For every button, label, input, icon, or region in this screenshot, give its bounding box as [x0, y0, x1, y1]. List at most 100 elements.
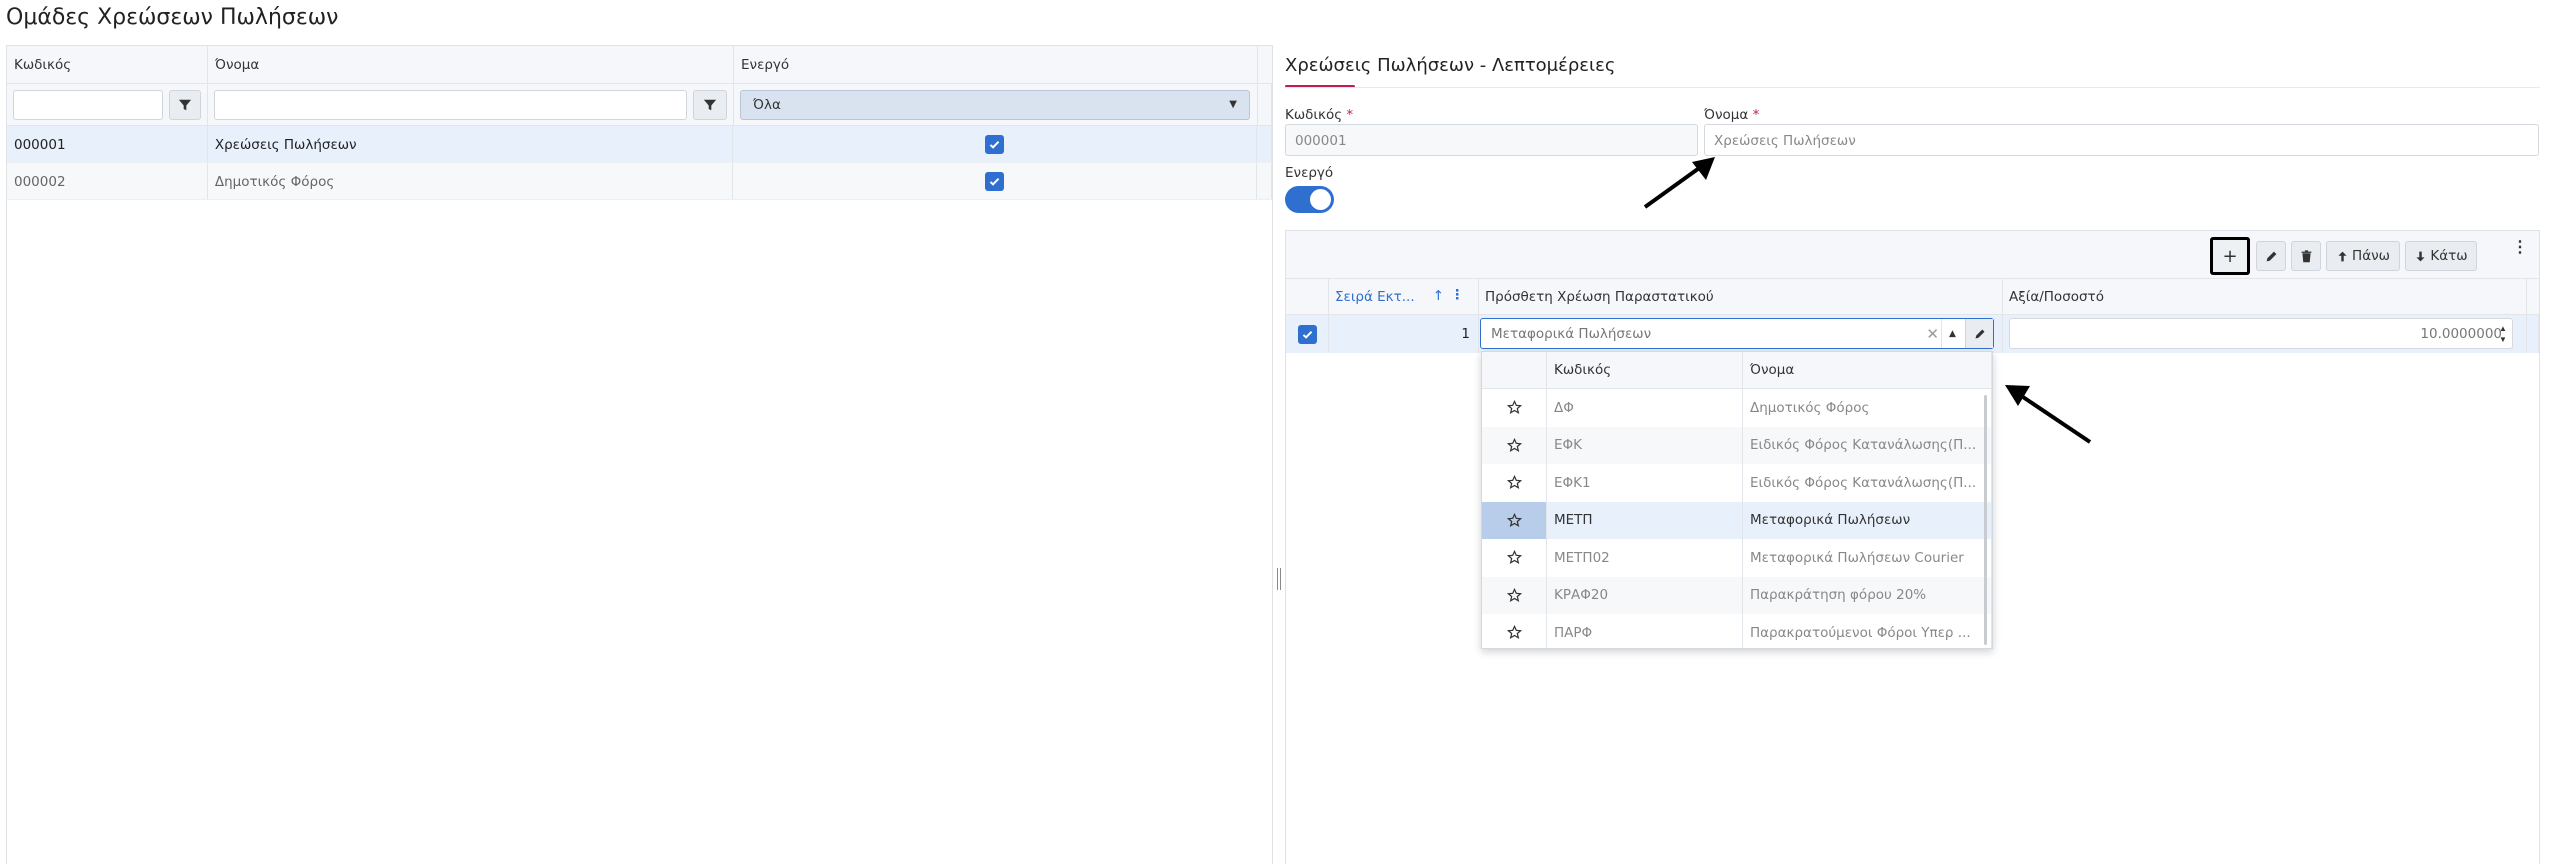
option-code: ΔΦ	[1547, 389, 1743, 427]
dropdown-option[interactable]: ΕΦΚ1 Ειδικός Φόρος Κατανάλωσης(Π...	[1482, 464, 1992, 502]
row-order: 1	[1329, 315, 1479, 353]
move-up-button[interactable]: Πάνω	[2326, 241, 2400, 271]
annotation-arrow	[1643, 157, 1715, 209]
favorite-cell	[1482, 614, 1547, 648]
favorite-cell	[1482, 539, 1547, 577]
filter-name-input[interactable]	[214, 89, 688, 120]
sort-asc-icon[interactable]: ↑	[1433, 288, 1444, 304]
active-checkbox[interactable]	[985, 134, 1005, 154]
caret-up-icon[interactable]: ▲	[1941, 319, 1963, 348]
star-icon[interactable]	[1506, 550, 1522, 565]
dropdown-header: Κωδικός Όνομα	[1482, 352, 1992, 389]
column-header-charge[interactable]: Πρόσθετη Χρέωση Παραστατικού	[1479, 279, 2003, 314]
star-icon[interactable]	[1506, 437, 1522, 453]
check-icon	[989, 177, 1000, 186]
star-icon[interactable]	[1506, 512, 1522, 528]
table-row[interactable]: 000001 Χρεώσεις Πωλήσεων	[7, 126, 1272, 163]
option-name: Δημοτικός Φόρος	[1743, 389, 1992, 427]
active-checkbox[interactable]	[985, 171, 1005, 191]
more-options-icon[interactable]: ⋮	[2512, 240, 2528, 256]
charge-combo-input[interactable]: Μεταφορικά Πωλήσεων ✕ ▲	[1480, 318, 1994, 349]
trash-icon	[2301, 249, 2311, 262]
pencil-icon	[1975, 329, 1984, 338]
star-icon[interactable]	[1506, 587, 1522, 603]
filter-name-button[interactable]	[693, 89, 727, 120]
move-down-button[interactable]: Κάτω	[2405, 241, 2477, 271]
row-code: 000002	[7, 163, 208, 199]
star-icon[interactable]	[1506, 625, 1522, 640]
combo-edit-button[interactable]	[1965, 319, 1993, 348]
detail-title: Χρεώσεις Πωλήσεων - Λεπτομέρειες	[1285, 55, 1616, 76]
order-header-label: Σειρά Εκτ...	[1335, 289, 1415, 305]
column-header-order[interactable]: Σειρά Εκτ... ↑ ⋮	[1329, 279, 1479, 314]
option-code: ΜΕΤΠ02	[1547, 539, 1743, 577]
name-field[interactable]: Χρεώσεις Πωλήσεων	[1704, 124, 2539, 156]
edit-row-button[interactable]	[2256, 241, 2286, 271]
code-label: Κωδικός *	[1285, 107, 1353, 123]
filter-cell-spacer	[1258, 84, 1272, 125]
row-select-cell	[1286, 315, 1329, 353]
subgrid-toolbar: + Πάνω Κάτω ⋮	[1286, 231, 2539, 279]
arrow-down-icon	[2416, 251, 2425, 261]
dropdown-column-code[interactable]: Κωδικός	[1547, 352, 1743, 388]
required-mark: *	[1346, 107, 1354, 123]
row-spacer	[1257, 126, 1272, 162]
favorite-cell	[1482, 576, 1547, 614]
dropdown-option[interactable]: ΜΕΤΠ02 Μεταφορικά Πωλήσεων Courier	[1482, 539, 1992, 577]
name-label-text: Όνομα	[1704, 107, 1749, 123]
option-name: Παρακρατούμενοι Φόροι Υπερ ...	[1743, 614, 1992, 648]
dropdown-column-name[interactable]: Όνομα	[1743, 352, 1992, 388]
table-row[interactable]: 000002 Δημοτικός Φόρος	[7, 163, 1272, 200]
panel-splitter[interactable]	[1277, 568, 1281, 590]
column-header-active[interactable]: Ενεργό	[734, 46, 1258, 83]
active-toggle[interactable]	[1285, 186, 1334, 213]
value-input[interactable]: 10.0000000	[2009, 318, 2513, 349]
favorite-column-header	[1482, 352, 1547, 388]
add-row-button[interactable]: +	[2210, 237, 2250, 275]
value-spinner[interactable]: ▲ ▼	[2493, 318, 2513, 349]
pencil-icon	[2266, 251, 2276, 261]
column-header-name[interactable]: Όνομα	[208, 46, 734, 83]
star-icon[interactable]	[1506, 400, 1522, 415]
dropdown-option[interactable]: ΠΑΡΦ Παρακρατούμενοι Φόροι Υπερ ...	[1482, 614, 1992, 648]
code-field[interactable]: 000001	[1285, 124, 1698, 156]
option-code: ΚΡΑΦ20	[1547, 576, 1743, 614]
row-name: Χρεώσεις Πωλήσεων	[208, 126, 734, 162]
option-code: ΠΑΡΦ	[1547, 614, 1743, 648]
spin-up-icon[interactable]: ▲	[2499, 323, 2507, 334]
clear-icon[interactable]: ✕	[1926, 325, 1939, 343]
column-menu-icon[interactable]: ⋮	[1451, 287, 1465, 303]
dropdown-scrollbar[interactable]	[1984, 395, 1987, 645]
caret-down-icon: ▼	[1229, 99, 1237, 110]
check-icon	[989, 140, 1000, 149]
column-header-value[interactable]: Αξία/Ποσοστό	[2003, 279, 2527, 314]
dropdown-option[interactable]: ΕΦΚ Ειδικός Φόρος Κατανάλωσης(Π...	[1482, 426, 1992, 464]
favorite-cell	[1482, 464, 1547, 502]
favorite-cell	[1482, 426, 1547, 464]
star-icon[interactable]	[1506, 475, 1522, 490]
move-down-label: Κάτω	[2430, 248, 2468, 264]
spin-down-icon[interactable]: ▼	[2499, 334, 2507, 345]
name-label: Όνομα *	[1704, 107, 1759, 123]
dropdown-option[interactable]: ΔΦ Δημοτικός Φόρος	[1482, 389, 1992, 427]
row-active-cell	[733, 163, 1257, 199]
filter-code-input[interactable]	[13, 89, 163, 120]
row-name: Δημοτικός Φόρος	[208, 163, 734, 199]
favorite-cell	[1482, 501, 1547, 539]
filter-code-button[interactable]	[169, 89, 201, 120]
row-checkbox[interactable]	[1297, 324, 1317, 344]
select-column-header	[1286, 279, 1329, 314]
row-code: 000001	[7, 126, 208, 162]
option-name: Μεταφορικά Πωλήσεων	[1743, 501, 1992, 539]
column-header-code[interactable]: Κωδικός	[7, 46, 208, 83]
delete-row-button[interactable]	[2291, 241, 2321, 271]
dropdown-option[interactable]: ΚΡΑΦ20 Παρακράτηση φόρου 20%	[1482, 576, 1992, 614]
dropdown-option-highlighted[interactable]: ΜΕΤΠ Μεταφορικά Πωλήσεων	[1482, 501, 1992, 539]
active-filter-value: Όλα	[753, 96, 781, 113]
option-name: Ειδικός Φόρος Κατανάλωσης(Π...	[1743, 426, 1992, 464]
option-name: Ειδικός Φόρος Κατανάλωσης(Π...	[1743, 464, 1992, 502]
filter-row: Όλα ▼	[7, 84, 1272, 126]
active-filter-select[interactable]: Όλα ▼	[740, 89, 1250, 120]
required-mark: *	[1752, 107, 1760, 123]
filter-cell-name	[208, 84, 734, 125]
